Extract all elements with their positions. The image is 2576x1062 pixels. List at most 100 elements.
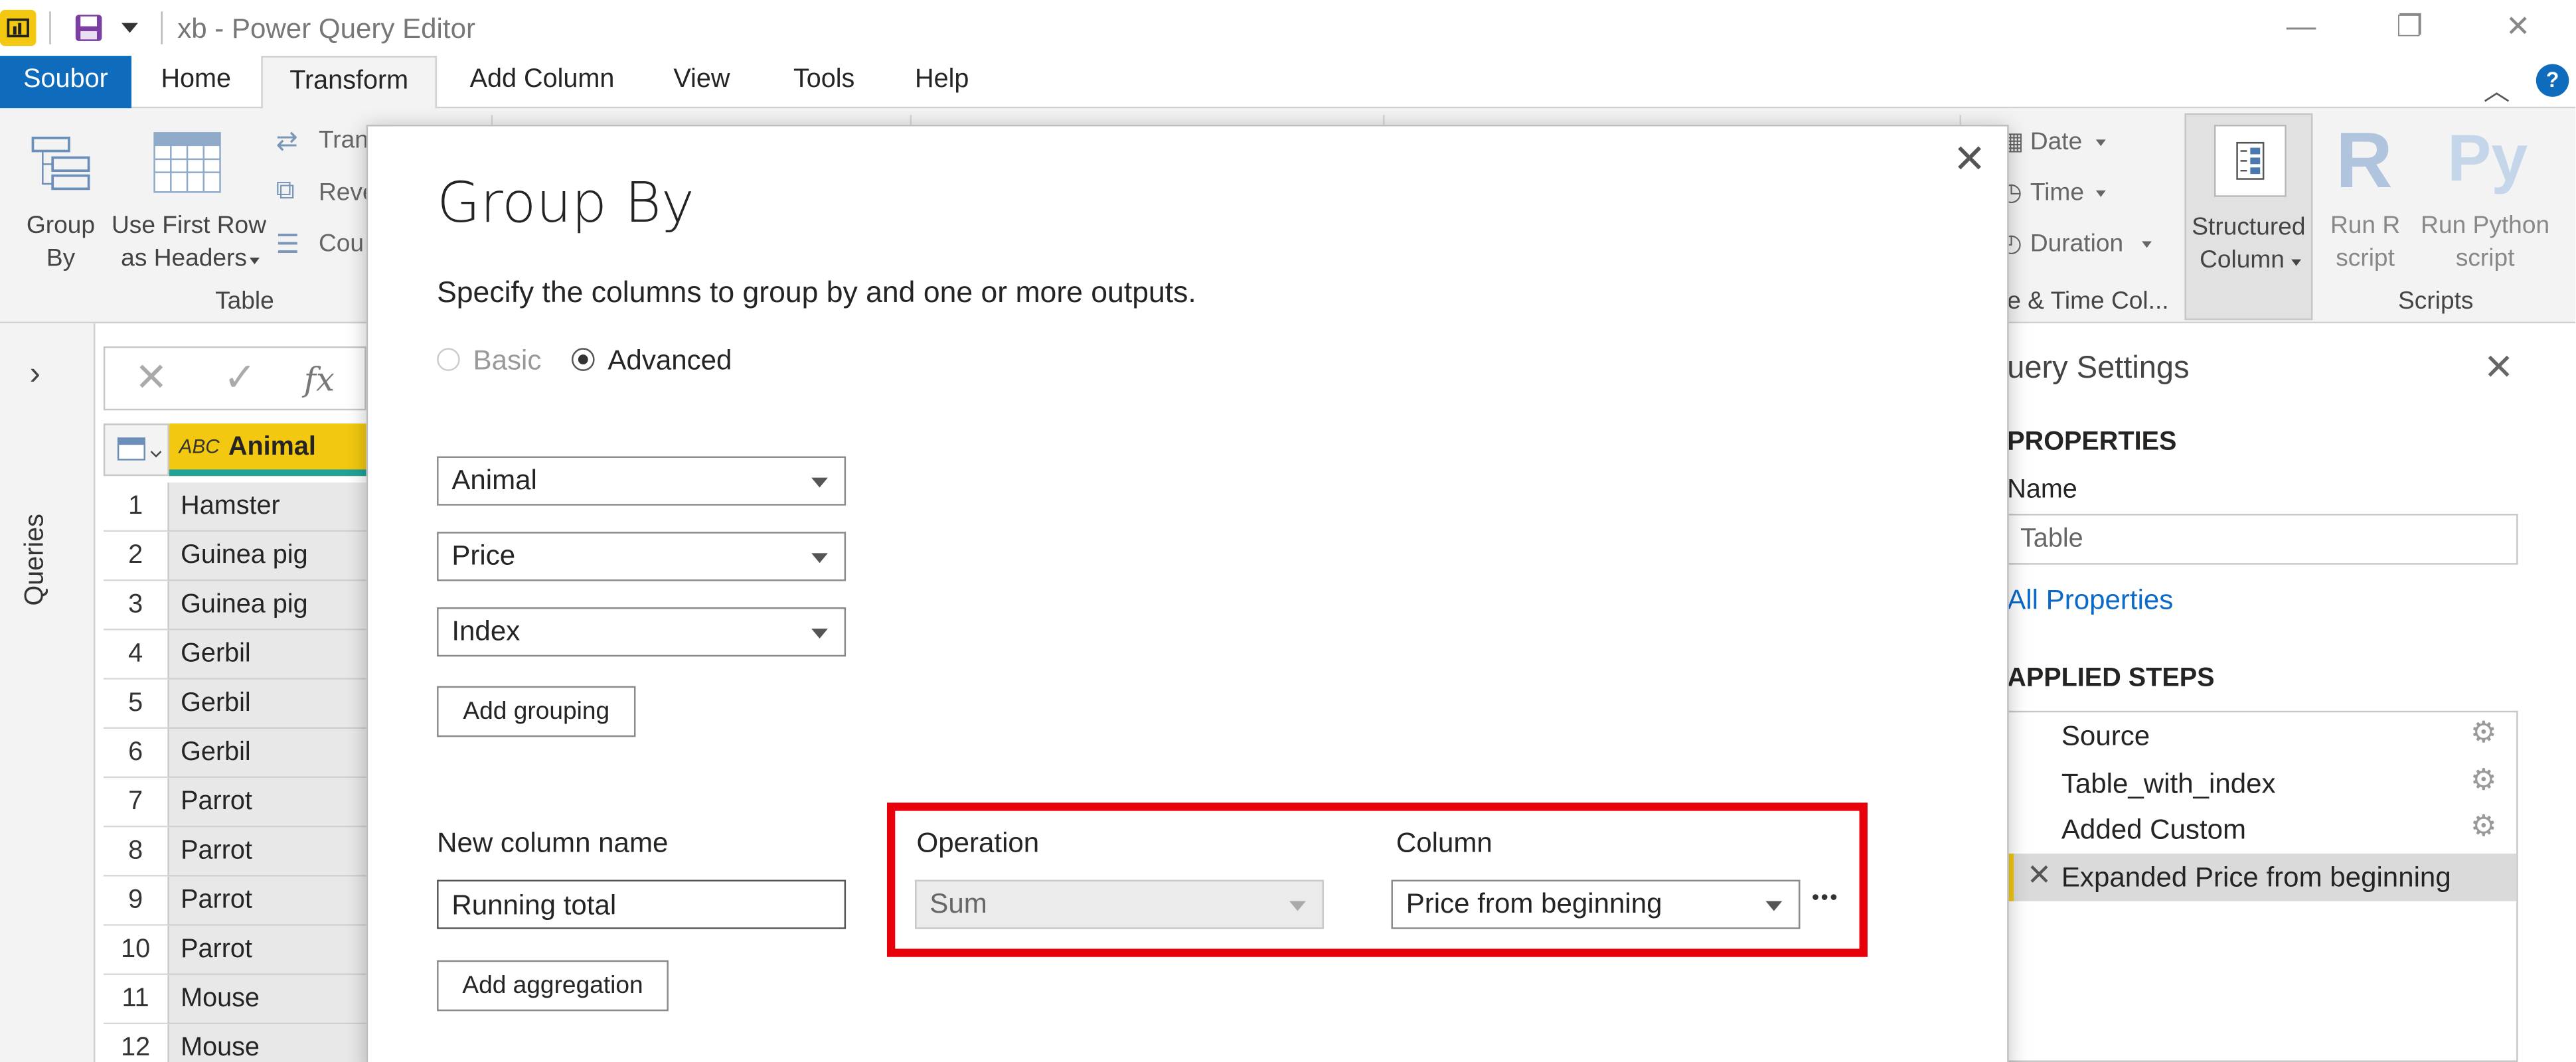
transpose-icon: ⇄ xyxy=(276,127,298,156)
minimize-button[interactable]: — xyxy=(2283,10,2319,46)
chevron-down-icon xyxy=(811,629,828,639)
chevron-down-icon xyxy=(1765,901,1783,911)
table-cell[interactable]: Mouse xyxy=(169,974,366,1025)
collapse-ribbon-icon[interactable]: ︿ xyxy=(2484,69,2510,108)
structured-column-icon xyxy=(2214,124,2287,197)
text-type-icon[interactable]: ABC xyxy=(179,435,220,458)
table-cell[interactable]: Mouse xyxy=(169,1024,366,1062)
add-aggregation-button[interactable]: Add aggregation xyxy=(437,960,669,1012)
duration-label: Duration xyxy=(2030,230,2124,258)
dialog-subtitle: Specify the columns to group by and one … xyxy=(437,275,1196,309)
row-number[interactable]: 5 xyxy=(103,679,169,729)
gear-icon[interactable]: ⚙ xyxy=(2470,763,2497,797)
more-options-icon[interactable]: ••• xyxy=(1812,885,1839,909)
structured-column-label-line2: Column xyxy=(2200,246,2285,274)
row-number[interactable]: 3 xyxy=(103,581,169,631)
table-cell[interactable]: Parrot xyxy=(169,925,366,975)
chevron-down-icon xyxy=(2095,139,2106,147)
confirm-formula-icon[interactable]: ✓ xyxy=(223,354,256,402)
name-label: Name xyxy=(2007,476,2077,504)
table-cell[interactable]: Hamster xyxy=(169,483,366,532)
quick-access-dropdown-icon[interactable] xyxy=(121,23,138,33)
table-cell[interactable]: Parrot xyxy=(169,876,366,926)
tab-view[interactable]: View xyxy=(651,56,753,108)
save-icon[interactable] xyxy=(72,11,105,44)
aggregation-column-select[interactable]: Price from beginning xyxy=(1391,879,1801,929)
new-column-name-input[interactable]: Running total xyxy=(437,879,846,929)
properties-heading: PROPERTIES xyxy=(2007,428,2177,457)
delete-step-icon[interactable]: ✕ xyxy=(2027,858,2052,892)
run-python-script-button[interactable]: Py Run Python script xyxy=(2415,114,2556,277)
operation-select[interactable]: Sum xyxy=(915,879,1325,929)
add-grouping-button[interactable]: Add grouping xyxy=(437,686,636,737)
structured-column-button[interactable]: Structured Column xyxy=(2184,113,2313,321)
row-number[interactable]: 7 xyxy=(103,778,169,828)
tab-tools[interactable]: Tools xyxy=(770,56,878,108)
gear-icon[interactable]: ⚙ xyxy=(2470,716,2497,750)
all-properties-link[interactable]: All Properties xyxy=(2007,584,2173,617)
row-number[interactable]: 9 xyxy=(103,876,169,926)
title-bar: xb - Power Query Editor — ❐ ✕ xyxy=(0,0,2576,56)
applied-step[interactable]: Source ⚙ xyxy=(2007,712,2516,760)
use-first-row-button[interactable]: Use First Row as Headers xyxy=(108,125,269,281)
row-number[interactable]: 8 xyxy=(103,827,169,877)
applied-step[interactable]: Table_with_index ⚙ xyxy=(2007,759,2516,807)
help-icon[interactable]: ? xyxy=(2536,64,2569,97)
run-r-label-line2: script xyxy=(2336,244,2395,273)
grouping-select-3[interactable]: Index xyxy=(437,607,846,657)
tab-home[interactable]: Home xyxy=(138,56,254,108)
python-logo-icon: Py xyxy=(2447,123,2528,196)
run-python-label-line1: Run Python xyxy=(2421,212,2550,240)
restore-button[interactable]: ❐ xyxy=(2391,10,2427,46)
run-r-script-button[interactable]: R Run R script xyxy=(2319,114,2411,277)
applied-step-label: Added Custom xyxy=(2061,814,2247,846)
group-by-dialog: ✕ Group By Specify the columns to group … xyxy=(366,124,2009,1062)
row-number[interactable]: 2 xyxy=(103,532,169,581)
radio-advanced-circle[interactable] xyxy=(571,348,595,371)
applied-steps-heading: APPLIED STEPS xyxy=(2007,664,2215,693)
grouping-value-3: Index xyxy=(451,615,521,647)
formula-bar: ✕ ✓ fx xyxy=(103,346,366,411)
table-cell[interactable]: Parrot xyxy=(169,778,366,828)
row-number[interactable]: 12 xyxy=(103,1024,169,1062)
table-cell[interactable]: Gerbil xyxy=(169,729,366,779)
table-menu-icon[interactable] xyxy=(103,423,169,477)
row-number[interactable]: 11 xyxy=(103,974,169,1025)
close-dialog-icon[interactable]: ✕ xyxy=(1953,136,1986,184)
query-settings-title: uery Settings xyxy=(2007,351,2190,386)
tab-add-column[interactable]: Add Column xyxy=(447,56,637,108)
grouping-select-1[interactable]: Animal xyxy=(437,456,846,506)
tab-soubor[interactable]: Soubor xyxy=(0,56,131,109)
cancel-formula-icon[interactable]: ✕ xyxy=(135,354,168,402)
row-number[interactable]: 4 xyxy=(103,630,169,680)
radio-basic-circle[interactable] xyxy=(437,348,460,371)
row-number[interactable]: 1 xyxy=(103,483,169,532)
queries-pane: › Queries xyxy=(0,323,96,1062)
date-label: Date xyxy=(2030,127,2083,156)
column-header-animal[interactable]: ABC Animal xyxy=(169,423,366,477)
tab-transform[interactable]: Transform xyxy=(261,56,438,110)
table-cell[interactable]: Gerbil xyxy=(169,679,366,729)
grouping-value-2: Price xyxy=(451,540,516,571)
run-python-label-line2: script xyxy=(2455,244,2515,273)
table-cell[interactable]: Guinea pig xyxy=(169,532,366,581)
fx-icon[interactable]: fx xyxy=(304,360,335,399)
row-number[interactable]: 10 xyxy=(103,925,169,975)
query-name-field[interactable]: Table xyxy=(2007,514,2518,565)
tab-help[interactable]: Help xyxy=(892,56,992,108)
table-cell[interactable]: Gerbil xyxy=(169,630,366,680)
table-cell[interactable]: Parrot xyxy=(169,827,366,877)
operation-label: Operation xyxy=(916,827,1040,859)
row-number[interactable]: 6 xyxy=(103,729,169,779)
grouping-select-2[interactable]: Price xyxy=(437,532,846,581)
applied-step[interactable]: ✕ Expanded Price from beginning xyxy=(2007,852,2517,901)
close-window-button[interactable]: ✕ xyxy=(2500,10,2536,46)
gear-icon[interactable]: ⚙ xyxy=(2470,809,2497,844)
applied-step-label: Table_with_index xyxy=(2061,767,2276,799)
group-by-button[interactable]: Group By xyxy=(13,125,108,281)
queries-label[interactable]: Queries xyxy=(21,514,51,606)
expand-queries-icon[interactable]: › xyxy=(30,356,41,394)
table-cell[interactable]: Guinea pig xyxy=(169,581,366,631)
close-query-settings-icon[interactable]: ✕ xyxy=(2484,346,2514,389)
applied-step[interactable]: Added Custom ⚙ xyxy=(2007,806,2516,854)
